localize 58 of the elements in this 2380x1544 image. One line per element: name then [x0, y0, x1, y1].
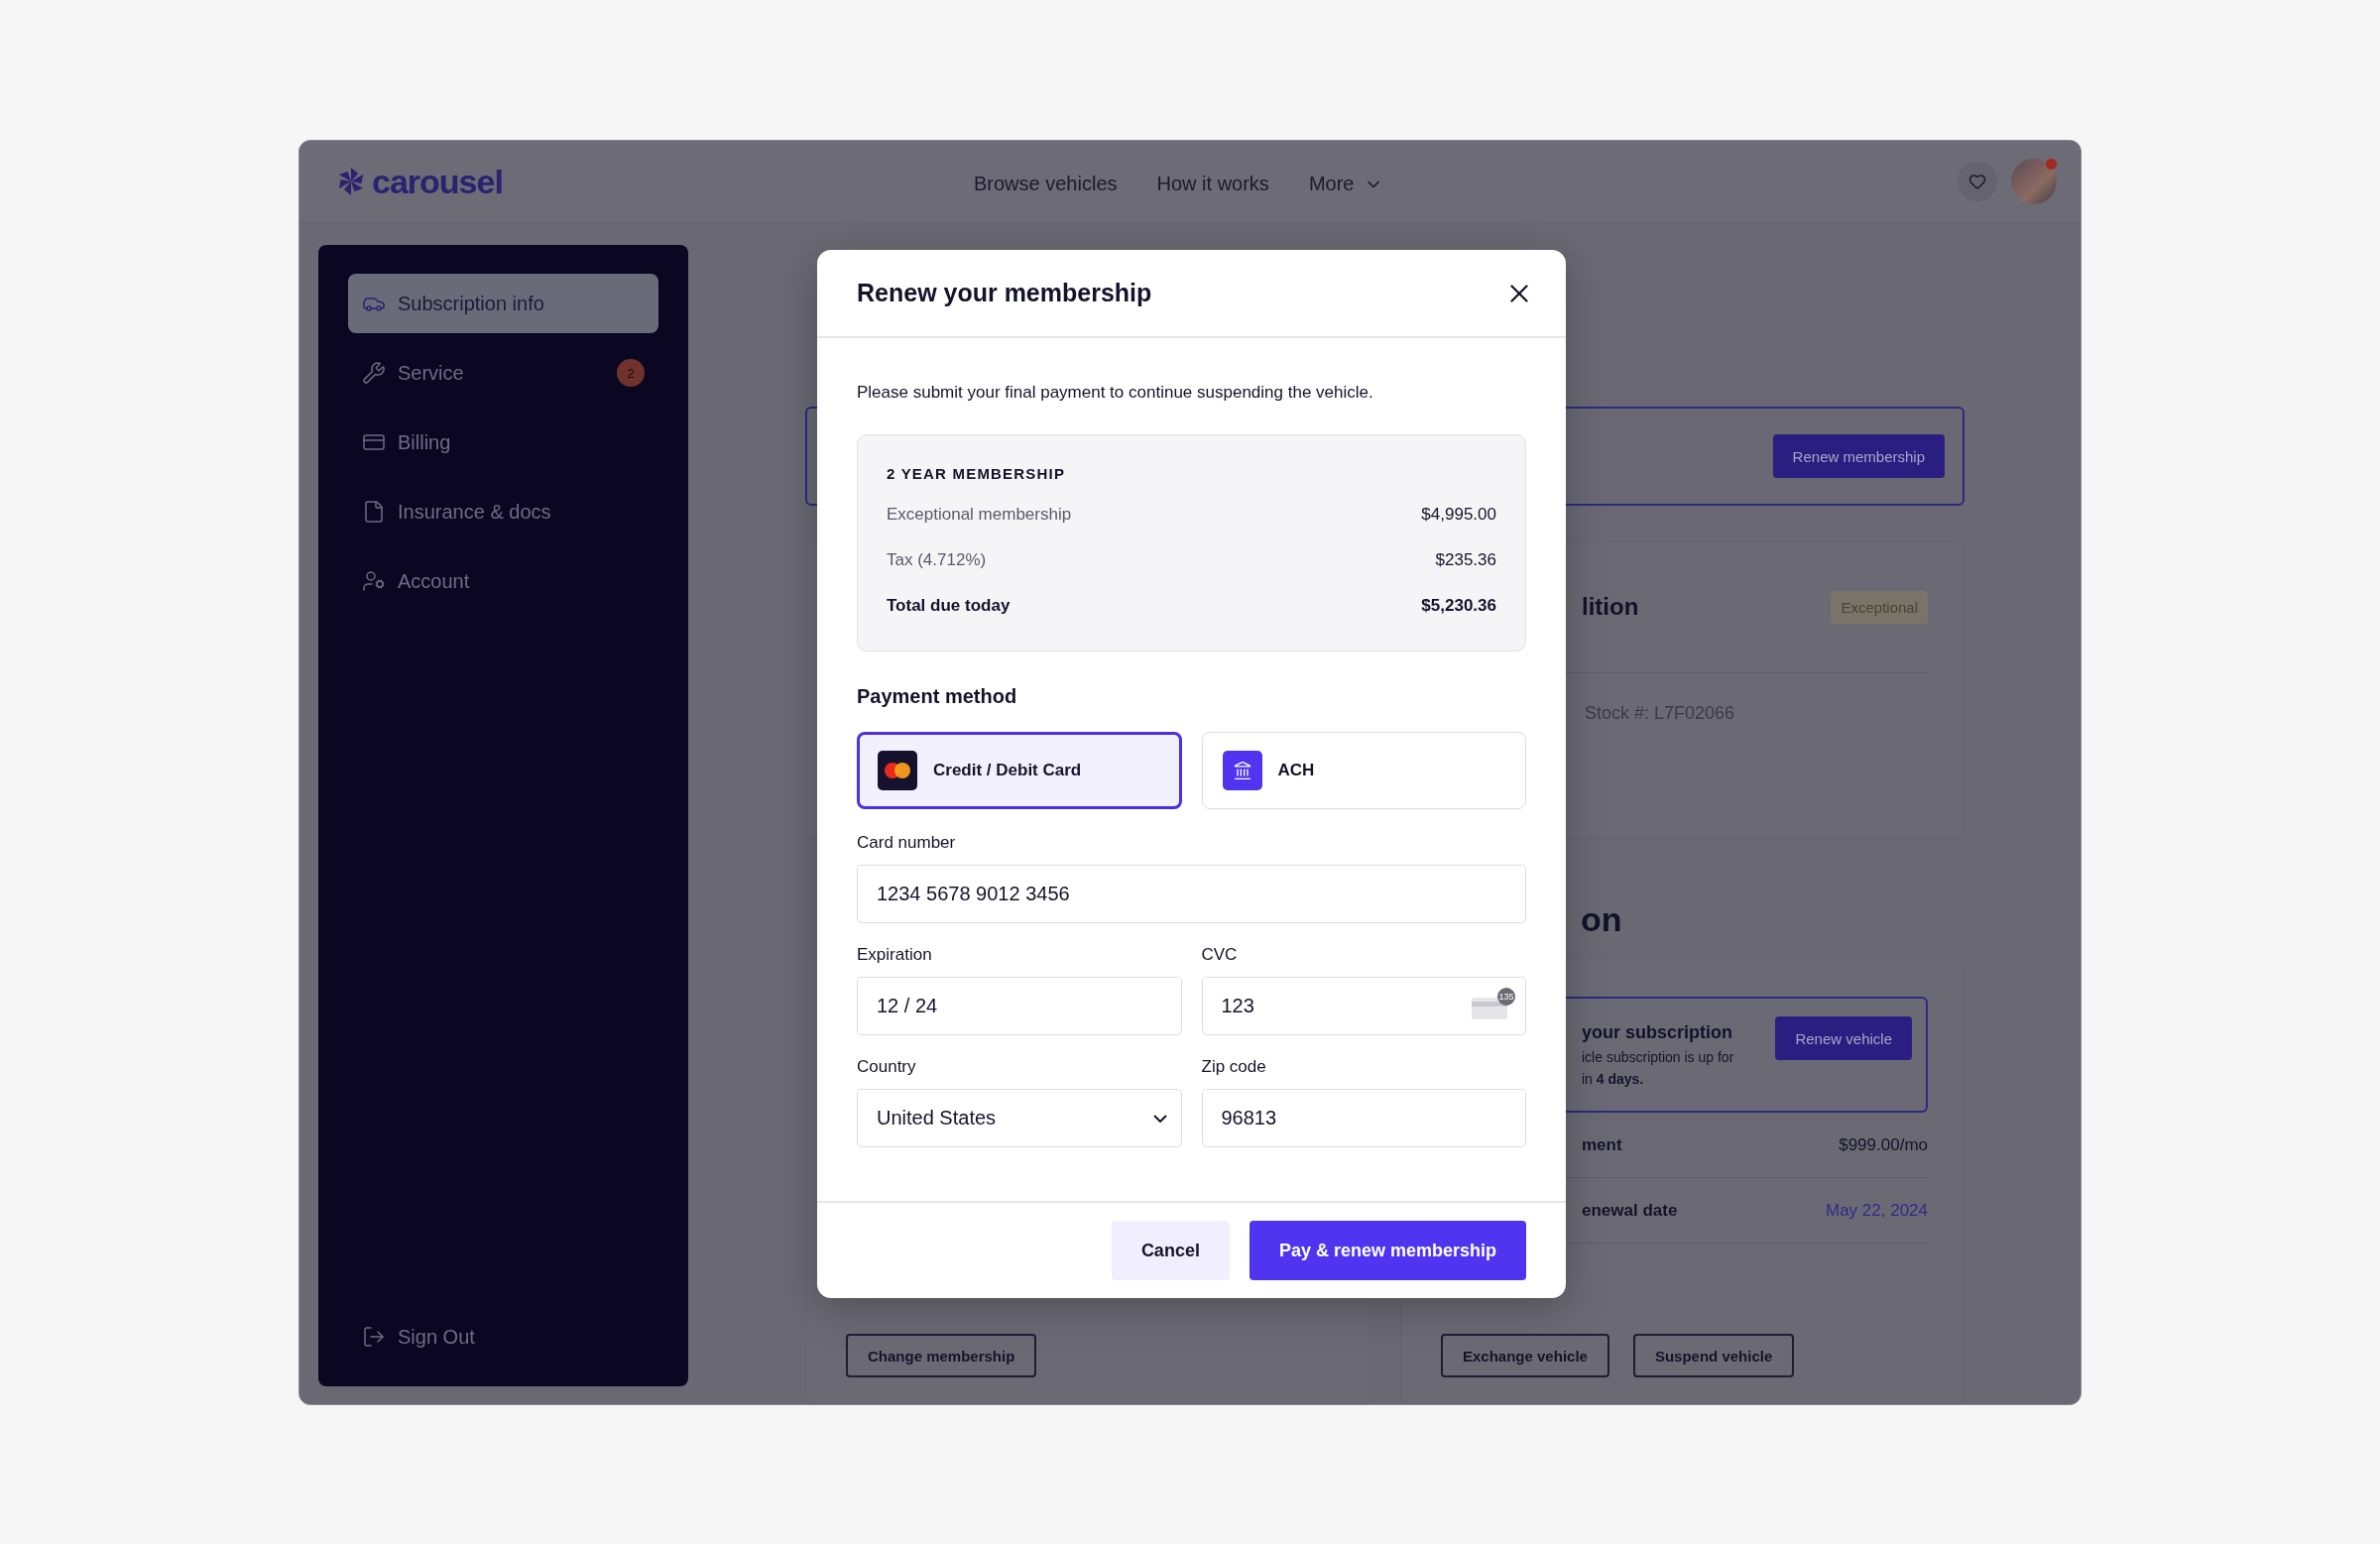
- summary-amount: $5,230.36: [1421, 596, 1496, 616]
- bank-icon: [1222, 751, 1262, 790]
- card-brand-icon: [878, 751, 917, 790]
- count-badge: 2: [617, 359, 645, 387]
- dialog-message: Please submit your final payment to continue suspending the vehicle.: [857, 383, 1374, 403]
- field-label: Zip code: [1201, 1057, 1267, 1077]
- document-icon: [362, 500, 386, 524]
- card-title: lition: [1582, 593, 1639, 621]
- payment-option[interactable]: ACH: [1201, 732, 1526, 809]
- pay-button[interactable]: Pay & renew membership: [1249, 1221, 1526, 1280]
- nav-link[interactable]: Browse vehicles: [974, 173, 1118, 195]
- favorites-button[interactable]: [1958, 162, 1997, 201]
- notice-text: in 4 days.: [1582, 1071, 1645, 1087]
- section-heading: on: [1580, 899, 1623, 940]
- row-label: ment: [1582, 1134, 1622, 1155]
- row-value: May 22, 2024: [1826, 1200, 1928, 1221]
- input-field[interactable]: 96813: [1201, 1089, 1526, 1147]
- field-label: Expiration: [857, 945, 933, 965]
- summary-amount: $235.36: [1435, 550, 1496, 570]
- sidebar-item[interactable]: Sign Out: [348, 1307, 658, 1366]
- change-membership-button[interactable]: Change membership: [846, 1334, 1037, 1377]
- sign-out-icon: [362, 1325, 386, 1349]
- chevron-icon: [1152, 1114, 1167, 1123]
- sidebar-item[interactable]: Subscription info: [348, 274, 658, 333]
- input-field[interactable]: 123 135: [1201, 977, 1526, 1035]
- summary-heading: 2 YEAR MEMBERSHIP: [887, 465, 1067, 482]
- renew-membership-button[interactable]: Renew membership: [1772, 434, 1945, 478]
- country-select[interactable]: United States: [857, 1089, 1182, 1147]
- summary-label: Exceptional membership: [887, 505, 1072, 525]
- user-gear-icon: [362, 569, 386, 593]
- sidebar-item[interactable]: Account: [348, 551, 658, 611]
- vehicle-action-button[interactable]: Exchange vehicle: [1441, 1334, 1609, 1377]
- summary-label: Total due today: [887, 596, 1011, 616]
- row-value: $999.00/mo: [1839, 1134, 1928, 1155]
- field-label: CVC: [1201, 945, 1239, 965]
- sidebar-item[interactable]: Service 2: [348, 343, 658, 403]
- field-label: Card number: [857, 833, 957, 853]
- dialog-title: Renew your membership: [857, 279, 1152, 307]
- input-field[interactable]: 12 / 24: [857, 977, 1182, 1035]
- sidebar-item[interactable]: Billing: [348, 413, 658, 472]
- summary-label: Tax (4.712%): [887, 550, 987, 570]
- vehicle-action-button[interactable]: Suspend vehicle: [1632, 1334, 1795, 1377]
- nav-link[interactable]: How it works: [1156, 173, 1269, 195]
- renew-vehicle-button[interactable]: Renew vehicle: [1775, 1016, 1912, 1060]
- wrench-icon: [362, 361, 386, 385]
- field-label: Country: [857, 1057, 917, 1077]
- heart-icon: [1968, 173, 1986, 190]
- notice-title: your subscription: [1582, 1022, 1733, 1043]
- nav-link[interactable]: More: [1308, 173, 1384, 195]
- input-field[interactable]: 1234 5678 9012 3456: [857, 865, 1526, 923]
- payment-option[interactable]: Credit / Debit Card: [857, 732, 1182, 809]
- summary-amount: $4,995.00: [1421, 505, 1496, 525]
- cancel-button[interactable]: Cancel: [1111, 1221, 1230, 1280]
- sidebar-item[interactable]: Insurance & docs: [348, 482, 658, 541]
- logo-text[interactable]: carousel: [372, 162, 503, 201]
- row-label: enewal date: [1582, 1200, 1678, 1221]
- notice-text: icle subscription is up for: [1582, 1049, 1734, 1065]
- payment-heading: Payment method: [857, 685, 1018, 708]
